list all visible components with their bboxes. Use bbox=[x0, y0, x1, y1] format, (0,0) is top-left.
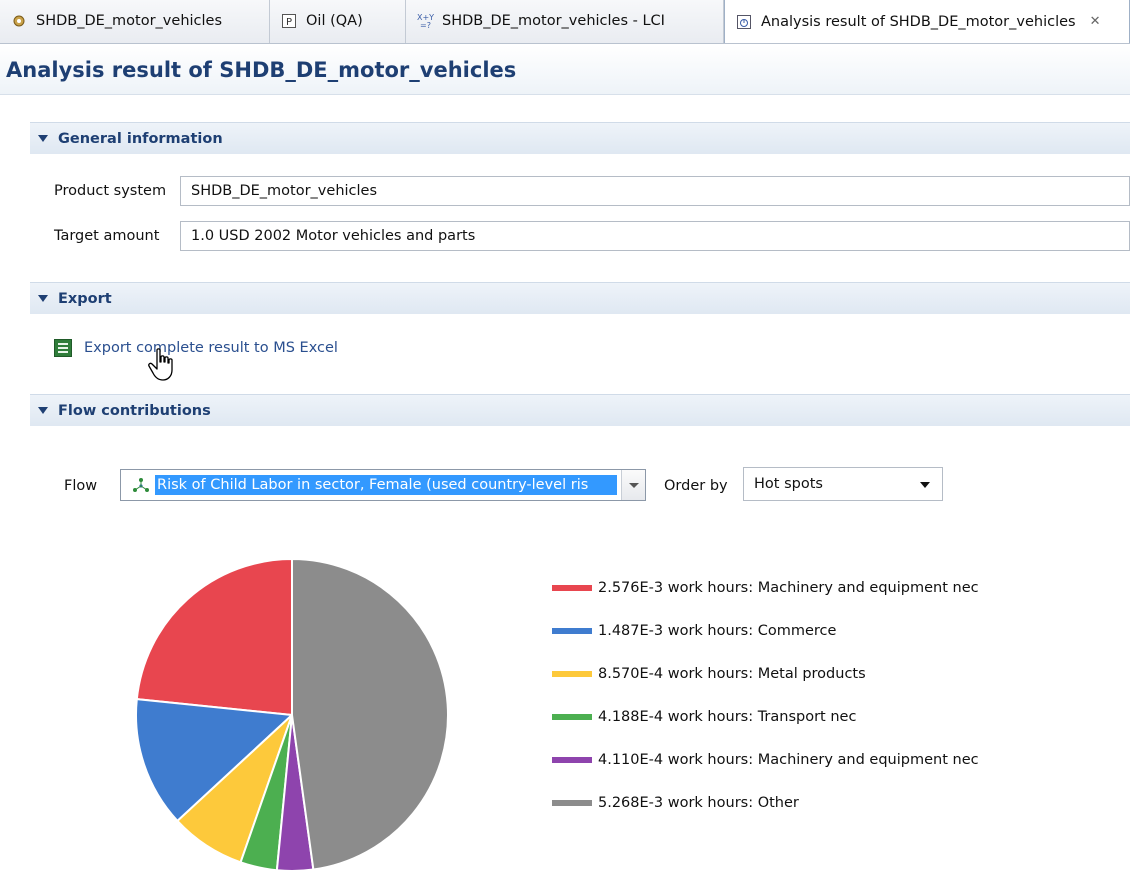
tab-label: SHDB_DE_motor_vehicles - LCI bbox=[442, 13, 665, 29]
gear-icon bbox=[10, 12, 28, 30]
section-general-information[interactable]: General information bbox=[30, 122, 1130, 154]
order-by-select[interactable]: Hot spots bbox=[743, 467, 943, 501]
legend-label: 4.188E-4 work hours: Transport nec bbox=[598, 708, 857, 725]
editor-tab-bar: SHDB_DE_motor_vehicles P Oil (QA) X+Y =? … bbox=[0, 0, 1130, 44]
tab-label: Analysis result of SHDB_DE_motor_vehicle… bbox=[761, 13, 1076, 30]
export-excel-link[interactable]: Export complete result to MS Excel bbox=[54, 339, 338, 357]
flow-combobox[interactable]: Risk of Child Labor in sector, Female (u… bbox=[120, 469, 646, 501]
tab-product-system[interactable]: SHDB_DE_motor_vehicles bbox=[0, 0, 270, 43]
legend-item: 8.570E-4 work hours: Metal products bbox=[552, 652, 979, 695]
svg-text:=?: =? bbox=[420, 21, 431, 30]
tab-label: Oil (QA) bbox=[306, 13, 363, 29]
expand-toggle-icon[interactable] bbox=[38, 135, 48, 142]
legend-swatch bbox=[552, 584, 592, 591]
expand-toggle-icon[interactable] bbox=[38, 407, 48, 414]
legend-swatch bbox=[552, 799, 592, 806]
close-icon[interactable]: ✕ bbox=[1090, 14, 1101, 29]
tab-parameter[interactable]: P Oil (QA) bbox=[270, 0, 406, 43]
flow-selected-value[interactable]: Risk of Child Labor in sector, Female (u… bbox=[155, 475, 617, 495]
expand-toggle-icon[interactable] bbox=[38, 295, 48, 302]
legend-item: 4.188E-4 work hours: Transport nec bbox=[552, 695, 979, 738]
product-system-label: Product system bbox=[54, 183, 167, 199]
section-title: Export bbox=[58, 290, 112, 307]
section-flow-contributions[interactable]: Flow contributions bbox=[30, 394, 1130, 426]
legend-label: 1.487E-3 work hours: Commerce bbox=[598, 622, 837, 639]
order-by-value: Hot spots bbox=[754, 476, 823, 492]
legend-label: 2.576E-3 work hours: Machinery and equip… bbox=[598, 579, 979, 596]
legend-label: 5.268E-3 work hours: Other bbox=[598, 794, 799, 811]
chevron-down-icon bbox=[628, 482, 639, 488]
section-title: Flow contributions bbox=[58, 402, 211, 419]
flow-icon bbox=[133, 478, 149, 492]
legend-item: 4.110E-4 work hours: Machinery and equip… bbox=[552, 738, 979, 781]
product-system-value: SHDB_DE_motor_vehicles bbox=[191, 183, 378, 199]
pie-slice bbox=[291, 557, 449, 871]
tab-analysis-result[interactable]: Analysis result of SHDB_DE_motor_vehicle… bbox=[724, 0, 1130, 43]
section-export[interactable]: Export bbox=[30, 282, 1130, 314]
svg-text:P: P bbox=[286, 17, 292, 28]
analysis-icon bbox=[735, 13, 753, 31]
legend-swatch bbox=[552, 627, 592, 634]
target-amount-value: 1.0 USD 2002 Motor vehicles and parts bbox=[191, 228, 476, 244]
formula-icon: X+Y =? bbox=[416, 12, 434, 30]
section-title: General information bbox=[58, 130, 223, 147]
legend-item: 1.487E-3 work hours: Commerce bbox=[552, 609, 979, 652]
page-title: Analysis result of SHDB_DE_motor_vehicle… bbox=[6, 57, 517, 82]
tab-label: SHDB_DE_motor_vehicles bbox=[36, 13, 223, 29]
product-system-field[interactable]: SHDB_DE_motor_vehicles bbox=[180, 176, 1130, 206]
product-system-row: Product system SHDB_DE_motor_vehicles bbox=[54, 176, 1130, 206]
excel-icon bbox=[54, 339, 72, 357]
legend-item: 2.576E-3 work hours: Machinery and equip… bbox=[552, 566, 979, 609]
chart-legend: 2.576E-3 work hours: Machinery and equip… bbox=[552, 566, 979, 824]
export-link-label[interactable]: Export complete result to MS Excel bbox=[84, 340, 338, 356]
tab-lci[interactable]: X+Y =? SHDB_DE_motor_vehicles - LCI bbox=[406, 0, 724, 43]
legend-swatch bbox=[552, 670, 592, 677]
hand-cursor-icon bbox=[148, 348, 173, 381]
page-header: Analysis result of SHDB_DE_motor_vehicle… bbox=[0, 45, 1130, 95]
contribution-pie-chart bbox=[135, 557, 449, 872]
flow-label: Flow bbox=[64, 478, 98, 494]
target-amount-field[interactable]: 1.0 USD 2002 Motor vehicles and parts bbox=[180, 221, 1130, 251]
legend-label: 4.110E-4 work hours: Machinery and equip… bbox=[598, 751, 979, 768]
parameter-icon: P bbox=[280, 12, 298, 30]
legend-swatch bbox=[552, 756, 592, 763]
pie-slice bbox=[135, 557, 293, 717]
legend-label: 8.570E-4 work hours: Metal products bbox=[598, 665, 866, 682]
target-amount-row: Target amount 1.0 USD 2002 Motor vehicle… bbox=[54, 221, 1130, 251]
order-by-label: Order by bbox=[664, 478, 728, 494]
legend-item: 5.268E-3 work hours: Other bbox=[552, 781, 979, 824]
chevron-down-icon bbox=[920, 482, 930, 488]
legend-swatch bbox=[552, 713, 592, 720]
target-amount-label: Target amount bbox=[54, 228, 160, 244]
flow-dropdown-button[interactable] bbox=[621, 470, 645, 500]
